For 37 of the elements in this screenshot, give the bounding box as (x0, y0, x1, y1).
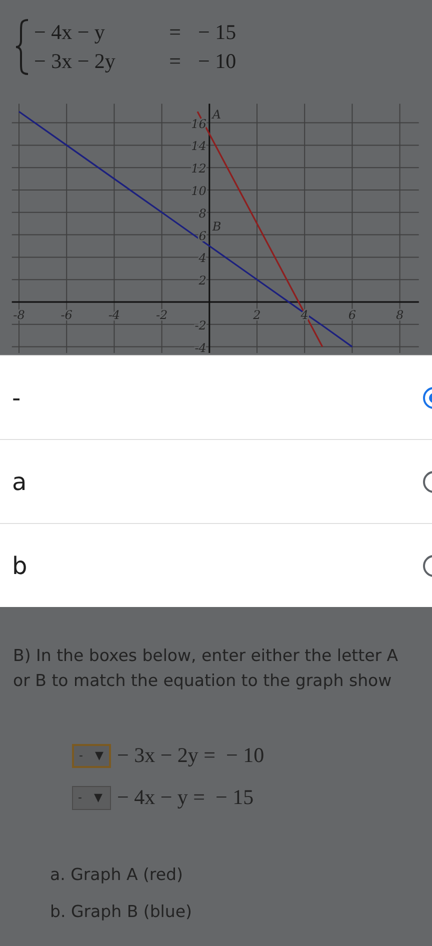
option-row[interactable]: - (0, 355, 432, 439)
equals-sign: = (168, 48, 182, 75)
y-tick-label: 10 (191, 184, 206, 198)
y-tick-label: -2 (194, 318, 206, 332)
option-label: b (12, 552, 28, 580)
equation-left-side: − 4x − y (34, 19, 106, 46)
y-tick-label: 12 (191, 162, 206, 176)
line-label: A (212, 107, 222, 122)
y-tick-label: 4 (198, 251, 206, 266)
equation: − 3x − 2y = − 10 (117, 743, 264, 768)
line-label: B (212, 219, 222, 234)
x-tick-label: -2 (156, 308, 168, 322)
instruction-text: B) In the boxes below, enter either the letter A (13, 645, 400, 667)
x-tick-label: 8 (396, 308, 404, 322)
y-tick-label: -4 (194, 340, 206, 353)
equation-right-side: − 15 (198, 19, 236, 46)
instruction-text: or B to match the equation to the graph show (13, 670, 393, 692)
x-tick-label: -4 (108, 308, 120, 322)
y-tick-label: 14 (191, 139, 206, 154)
x-tick-label: 2 (253, 308, 261, 322)
option-label: - (12, 384, 21, 412)
choice-text: a. Graph A (red) (50, 865, 184, 884)
x-tick-label: 6 (348, 308, 356, 322)
y-tick-label: 6 (198, 228, 206, 243)
option-row[interactable]: b (0, 523, 432, 607)
option-row[interactable]: a (0, 439, 432, 523)
equation: − 4x − y = − 15 (117, 785, 254, 810)
equation-left-side: − 3x − 2y (34, 48, 116, 75)
y-tick-label: 2 (198, 274, 206, 288)
x-tick-label: -6 (60, 308, 72, 322)
x-tick-label: -8 (13, 308, 25, 322)
equation-right-side: − 10 (198, 48, 236, 75)
brace-icon (14, 18, 30, 76)
y-tick-label: 8 (198, 206, 206, 220)
equals-sign: = (168, 19, 182, 46)
choice-text: b. Graph B (blue) (50, 902, 193, 921)
option-label: a (12, 468, 27, 496)
